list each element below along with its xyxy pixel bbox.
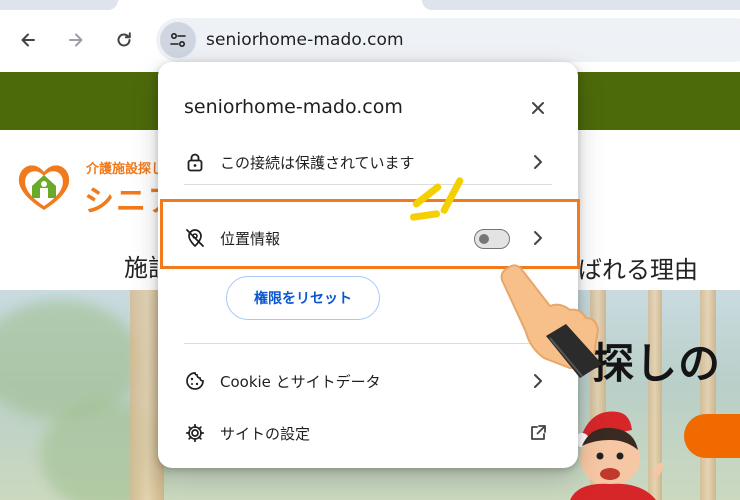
reload-icon [117,32,131,47]
site-settings-label: サイトの設定 [220,425,311,443]
lock-icon [184,151,206,173]
back-button[interactable] [12,24,44,56]
url-text[interactable]: seniorhome-mado.com [206,30,404,50]
popup-title: seniorhome-mado.com [184,96,403,118]
logo-subtitle: 介護施設探し [86,162,165,177]
connection-security-label: この接続は保護されています [220,154,415,172]
house-heart-logo-icon [18,165,70,210]
reset-permissions-button[interactable]: 権限をリセット [226,276,380,320]
tab-strip [422,0,740,10]
site-info-tune-icon [170,32,186,48]
forward-button[interactable] [60,24,92,56]
gear-icon [184,422,206,444]
divider [184,184,552,185]
site-info-button[interactable] [160,22,196,58]
close-button[interactable] [524,94,552,122]
close-icon [532,102,544,114]
hero-cta-button[interactable] [684,414,740,458]
cookie-icon [184,370,206,392]
hero-heading: 探しの [592,339,722,388]
open-in-new-icon [528,422,548,444]
connection-security-row[interactable]: この接続は保護されています [158,140,578,184]
forward-arrow-icon [69,33,83,47]
cookie-site-data-label: Cookie とサイトデータ [220,373,381,391]
tab-strip [0,0,118,10]
pointing-hand-icon [500,264,602,378]
site-settings-row[interactable]: サイトの設定 [158,411,578,455]
back-arrow-icon [21,33,35,47]
chevron-right-icon [528,151,548,173]
hero-pillar [700,290,716,500]
reload-button[interactable] [108,24,140,56]
